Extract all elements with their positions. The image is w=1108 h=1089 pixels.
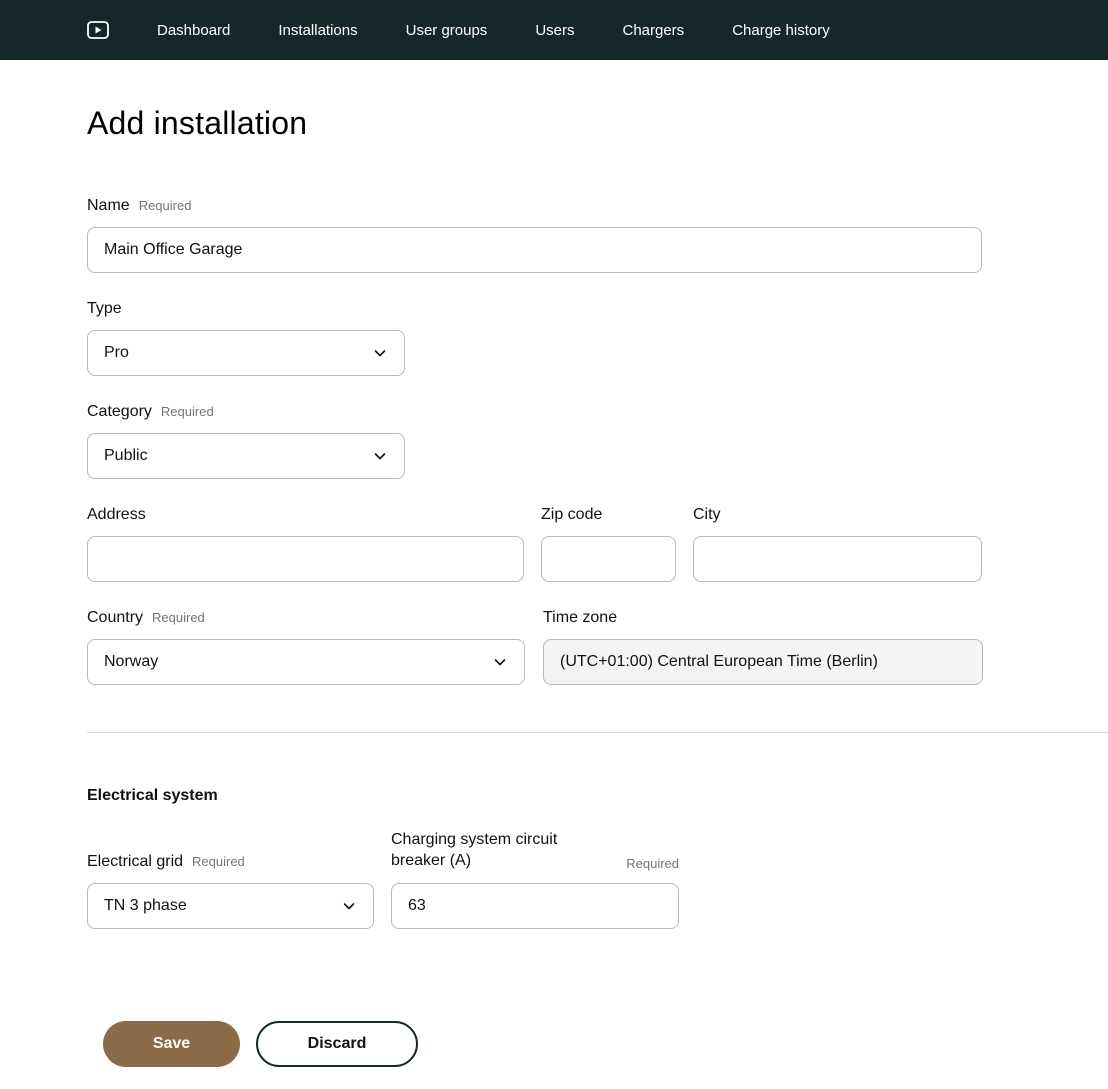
breaker-required-badge: Required: [626, 856, 679, 871]
electrical-grid-label: Electrical grid: [87, 853, 183, 871]
timezone-value: (UTC+01:00) Central European Time (Berli…: [560, 653, 878, 671]
name-required-badge: Required: [139, 198, 192, 213]
name-label: Name: [87, 197, 130, 215]
timezone-field-group: Time zone (UTC+01:00) Central European T…: [543, 609, 983, 685]
electrical-grid-required-badge: Required: [192, 854, 245, 869]
nav-item-users[interactable]: Users: [535, 22, 574, 39]
electrical-system-heading: Electrical system: [87, 787, 1108, 805]
nav-item-installations[interactable]: Installations: [278, 22, 357, 39]
electrical-grid-select[interactable]: TN 3 phase: [87, 883, 374, 929]
form-actions: Save Discard: [103, 1021, 1108, 1067]
type-select-value: Pro: [104, 344, 129, 362]
country-row: Country Required Norway Time zone (UTC+0…: [87, 609, 1108, 685]
discard-button[interactable]: Discard: [256, 1021, 418, 1067]
breaker-label: Charging system circuit breaker (A): [391, 829, 591, 871]
type-label: Type: [87, 300, 122, 318]
country-label: Country: [87, 609, 143, 627]
country-select[interactable]: Norway: [87, 639, 525, 685]
chevron-down-icon: [372, 345, 388, 361]
name-field-group: Name Required: [87, 197, 1108, 273]
timezone-field: (UTC+01:00) Central European Time (Berli…: [543, 639, 983, 685]
breaker-field-group: Charging system circuit breaker (A) Requ…: [391, 829, 679, 929]
address-label: Address: [87, 506, 146, 524]
zip-field-group: Zip code: [541, 506, 676, 582]
category-select[interactable]: Public: [87, 433, 405, 479]
nav-item-chargers[interactable]: Chargers: [622, 22, 684, 39]
chevron-down-icon: [341, 898, 357, 914]
zip-label: Zip code: [541, 506, 602, 524]
main-content: Add installation Name Required Type Pro …: [0, 105, 1108, 1067]
top-nav: Dashboard Installations User groups User…: [0, 0, 1108, 60]
name-input[interactable]: [87, 227, 982, 273]
city-input[interactable]: [693, 536, 982, 582]
grid-field-group: Electrical grid Required TN 3 phase: [87, 853, 374, 929]
nav-item-dashboard[interactable]: Dashboard: [157, 22, 230, 39]
country-required-badge: Required: [152, 610, 205, 625]
timezone-label: Time zone: [543, 609, 617, 627]
chevron-down-icon: [372, 448, 388, 464]
category-select-value: Public: [104, 447, 148, 465]
country-select-value: Norway: [104, 653, 158, 671]
country-field-group: Country Required Norway: [87, 609, 525, 685]
save-button[interactable]: Save: [103, 1021, 240, 1067]
category-label: Category: [87, 403, 152, 421]
address-row: Address Zip code City: [87, 506, 1108, 582]
type-select[interactable]: Pro: [87, 330, 405, 376]
nav-item-user-groups[interactable]: User groups: [406, 22, 488, 39]
address-input[interactable]: [87, 536, 524, 582]
city-label: City: [693, 506, 721, 524]
section-divider: [87, 732, 1108, 733]
chevron-down-icon: [492, 654, 508, 670]
category-required-badge: Required: [161, 404, 214, 419]
category-field-group: Category Required Public: [87, 403, 1108, 479]
page-title: Add installation: [87, 105, 1108, 142]
electrical-grid-select-value: TN 3 phase: [104, 897, 187, 915]
city-field-group: City: [693, 506, 982, 582]
zip-input[interactable]: [541, 536, 676, 582]
app-logo-play-icon[interactable]: [87, 20, 109, 40]
address-field-group: Address: [87, 506, 524, 582]
type-field-group: Type Pro: [87, 300, 1108, 376]
breaker-input[interactable]: [391, 883, 679, 929]
nav-item-charge-history[interactable]: Charge history: [732, 22, 830, 39]
electrical-row: Electrical grid Required TN 3 phase Char…: [87, 829, 1108, 929]
